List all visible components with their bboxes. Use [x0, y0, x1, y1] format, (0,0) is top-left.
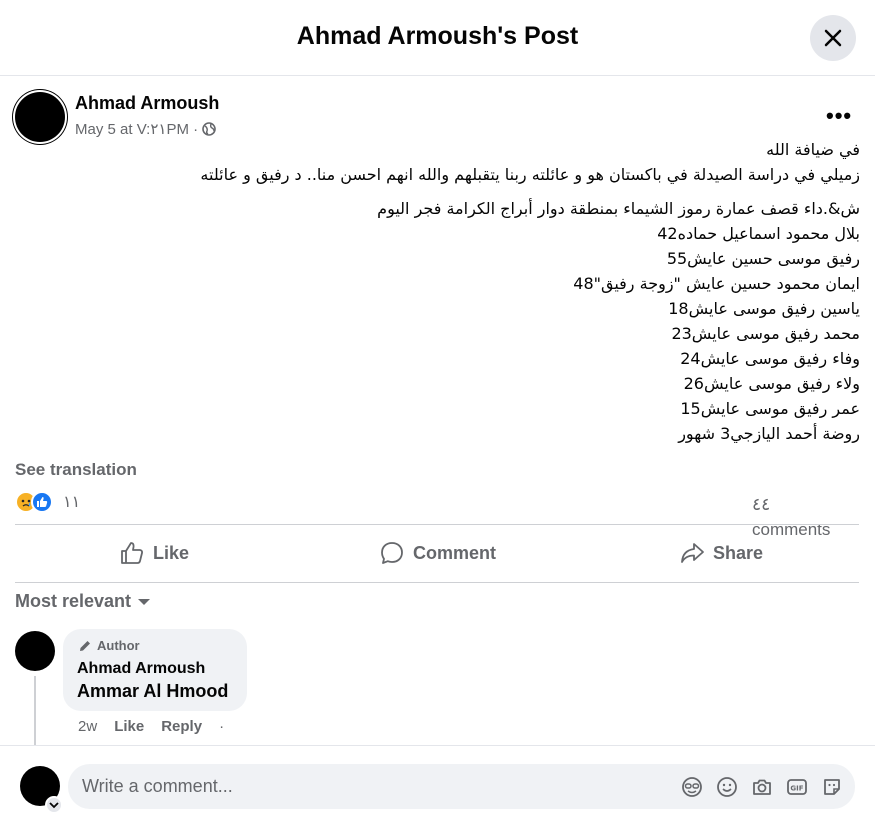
more-options-button[interactable]: ••• [826, 103, 852, 129]
close-button[interactable] [810, 15, 856, 61]
post-action-bar: Like Comment Share [15, 524, 859, 583]
comment-input[interactable] [82, 764, 642, 809]
author-badge-label: Author [97, 638, 140, 653]
post-text: في ضيافة الله زميلي في دراسة الصيدلة في … [15, 137, 860, 187]
pencil-icon [80, 640, 90, 651]
comment-actions: 2w Like Reply · [78, 718, 241, 735]
comment-bubble: Author Ahmad Armoush Ammar Al Hmood [63, 629, 247, 711]
like-icon [121, 542, 143, 564]
post-line: ايمان محمود حسين عايش "زوجة رفيق"48 [573, 274, 860, 293]
like-label: Like [153, 542, 190, 563]
comment-icon [381, 542, 403, 564]
emoji-icon[interactable] [715, 775, 739, 799]
post-line: روضة أحمد اليازجي3 شهور [678, 424, 860, 443]
reaction-count: ١١ [63, 494, 81, 511]
thread-line [34, 676, 36, 746]
comment-time[interactable]: 2w [78, 718, 97, 735]
post-line: ولاء رفيق موسى عايش26 [683, 374, 860, 393]
close-icon [824, 29, 842, 47]
post-line: في ضيافة الله [766, 140, 860, 159]
post-line: محمد رفيق موسى عايش23 [671, 324, 860, 343]
post-line: ش&.داء قصف عمارة رموز الشيماء بمنطقة دوا… [377, 199, 860, 218]
globe-icon [202, 122, 216, 136]
post-line: عمر رفيق موسى عايش15 [680, 399, 860, 418]
post-author-name[interactable]: Ahmad Armoush [75, 93, 219, 114]
post-line: بلال محمود اسماعيل حماده42 [657, 224, 860, 243]
share-button[interactable]: Share [679, 535, 763, 571]
commenter-avatar[interactable] [15, 631, 55, 671]
dialog-title: Ahmad Armoush's Post [296, 22, 579, 50]
comment-reply-button[interactable]: Reply [161, 718, 202, 735]
post-line: ياسين رفيق موسى عايش18 [668, 299, 860, 318]
comment-text: Ammar Al Hmood [77, 681, 229, 701]
post-meta: May 5 at V:٢١PM · [75, 120, 216, 138]
comment-more-dot[interactable]: · [219, 718, 224, 735]
camera-icon[interactable] [750, 775, 774, 799]
comment-input-box[interactable]: GIF [68, 764, 855, 809]
share-icon [681, 543, 704, 563]
like-reaction-icon [31, 491, 53, 513]
more-icon: ••• [826, 103, 853, 128]
sticker-icon[interactable] [820, 775, 844, 799]
post-line: رفيق موسى حسين عايش55 [666, 249, 860, 268]
comment-label: Comment [413, 542, 497, 563]
post-text-list: ش&.داء قصف عمارة رموز الشيماء بمنطقة دوا… [15, 196, 860, 446]
post-timestamp[interactable]: May 5 at V:٢١PM · [75, 120, 198, 138]
see-translation-link[interactable]: See translation [15, 460, 137, 480]
chevron-down-icon[interactable] [45, 796, 63, 814]
comment-composer: GIF [0, 745, 875, 832]
author-avatar[interactable] [15, 92, 65, 142]
author-badge: Author [78, 638, 140, 653]
comment-sort-dropdown[interactable]: Most relevant [15, 591, 151, 612]
dialog-header: Ahmad Armoush's Post [0, 0, 875, 76]
post-line: وفاء رفيق موسى عايش24 [680, 349, 860, 368]
reaction-summary[interactable]: ١١ [15, 491, 80, 513]
avatar-sticker-icon[interactable] [680, 775, 704, 799]
like-button[interactable]: Like [119, 535, 189, 571]
sort-label: Most relevant [15, 591, 132, 611]
comment-author-name[interactable]: Ahmad Armoush [77, 660, 205, 678]
gif-icon[interactable]: GIF [785, 775, 809, 799]
comment-button[interactable]: Comment [379, 535, 496, 571]
caret-down-icon [138, 598, 151, 605]
share-label: Share [713, 542, 764, 563]
svg-text:GIF: GIF [790, 785, 803, 793]
comment-like-button[interactable]: Like [114, 718, 144, 735]
post-line: زميلي في دراسة الصيدلة في باكستان هو و ع… [200, 165, 860, 184]
